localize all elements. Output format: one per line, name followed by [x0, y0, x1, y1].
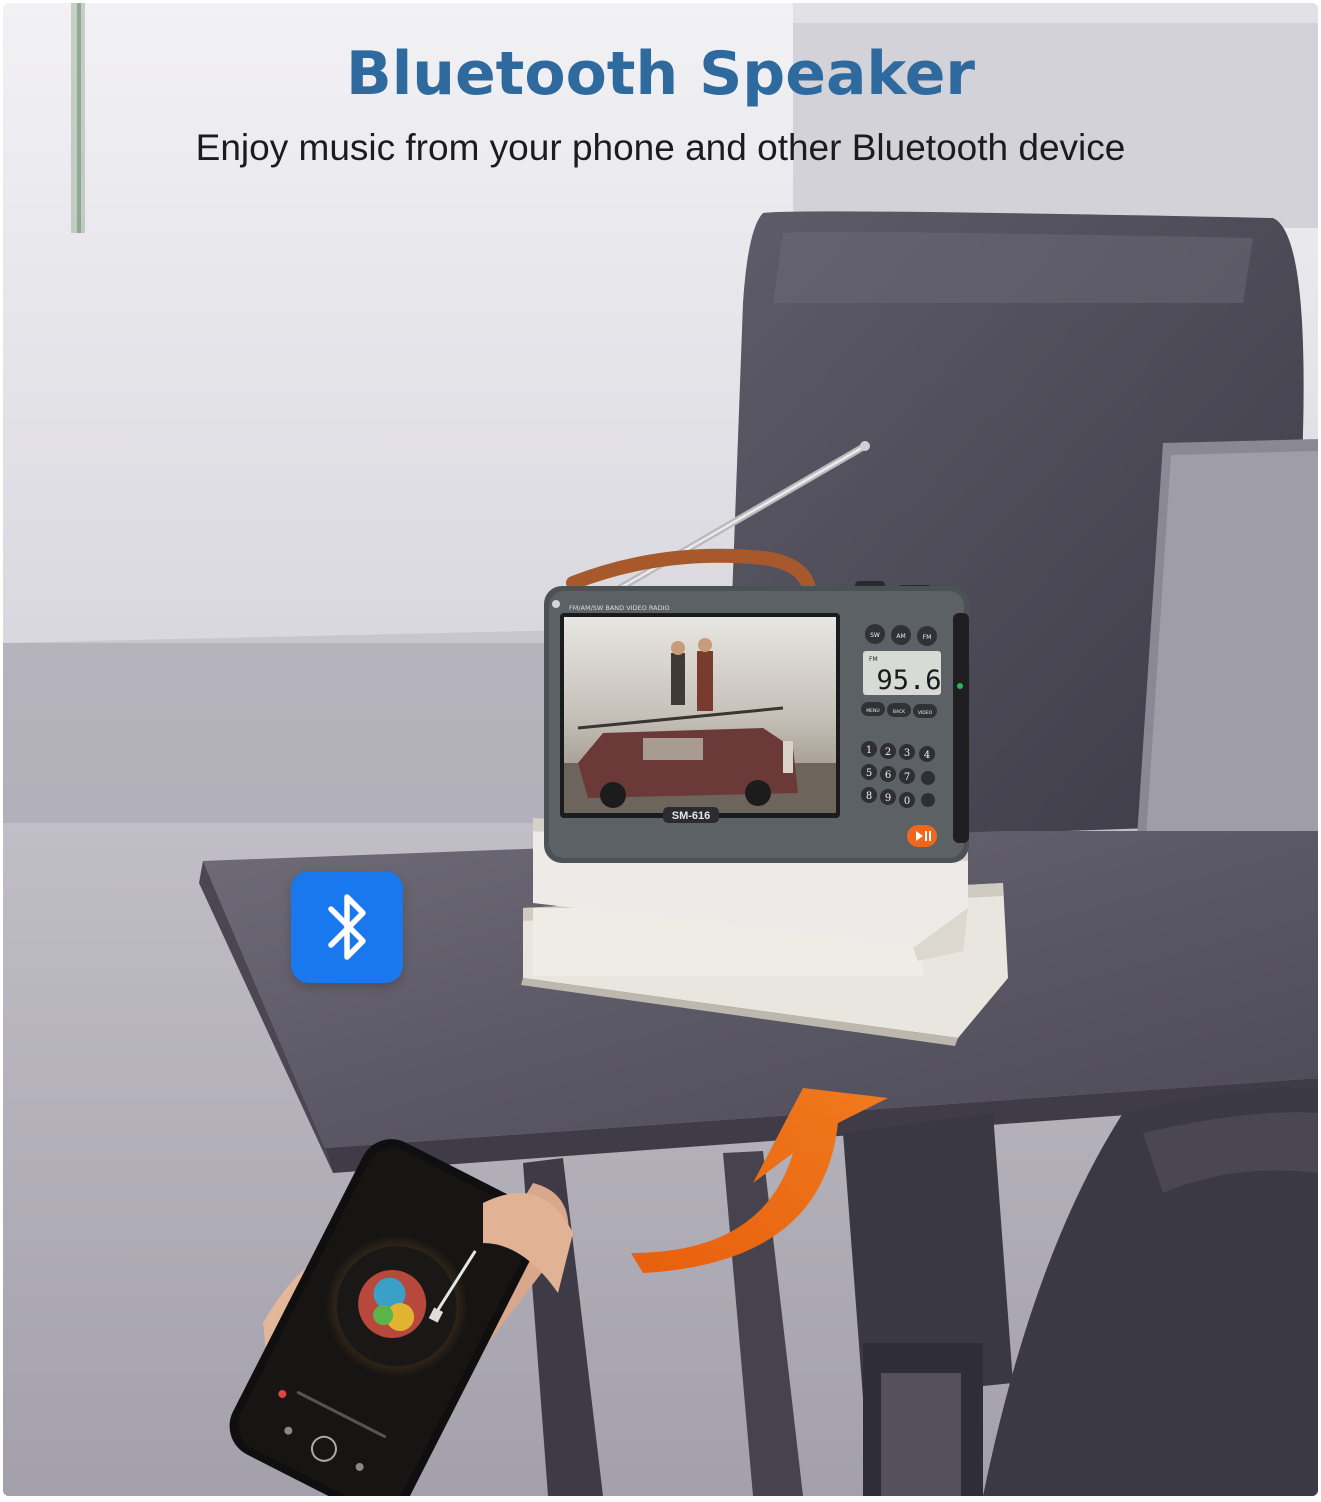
sw-button[interactable]: SW: [870, 632, 880, 639]
key-4[interactable]: 4: [924, 750, 930, 761]
key-9[interactable]: 9: [885, 793, 891, 804]
fm-button[interactable]: FM: [923, 634, 932, 641]
key-5[interactable]: 5: [866, 768, 872, 779]
bluetooth-badge: [291, 871, 403, 983]
video-button[interactable]: VIDEO: [918, 710, 933, 716]
key-8[interactable]: 8: [866, 791, 872, 802]
band-buttons: SW AM FM: [865, 624, 937, 646]
menu-button[interactable]: MENU: [866, 708, 879, 714]
lcd-band: FM: [869, 656, 878, 663]
frequency-display: 95.6: [876, 665, 941, 696]
photo-frame: SM-616 FM/AM/SW BAND VIDEO RADIO SW AM F…: [3, 3, 1318, 1496]
back-button[interactable]: BACK: [893, 709, 906, 715]
key-7[interactable]: 7: [904, 772, 910, 783]
scene-illustration: SM-616 FM/AM/SW BAND VIDEO RADIO SW AM F…: [3, 3, 1318, 1496]
key-2[interactable]: 2: [885, 747, 891, 758]
key-6[interactable]: 6: [885, 770, 891, 781]
key-0[interactable]: 0: [904, 796, 910, 807]
page-title: Bluetooth Speaker: [345, 39, 976, 109]
model-label: SM-616: [672, 810, 711, 822]
page-subtitle: Enjoy music from your phone and other Bl…: [195, 127, 1126, 168]
key-3[interactable]: 3: [904, 748, 910, 759]
key-1[interactable]: 1: [866, 745, 872, 756]
bluetooth-icon: [328, 894, 366, 960]
am-button[interactable]: AM: [896, 633, 905, 640]
band-label: FM/AM/SW BAND VIDEO RADIO: [569, 604, 670, 612]
function-buttons: MENU BACK VIDEO: [861, 702, 937, 718]
